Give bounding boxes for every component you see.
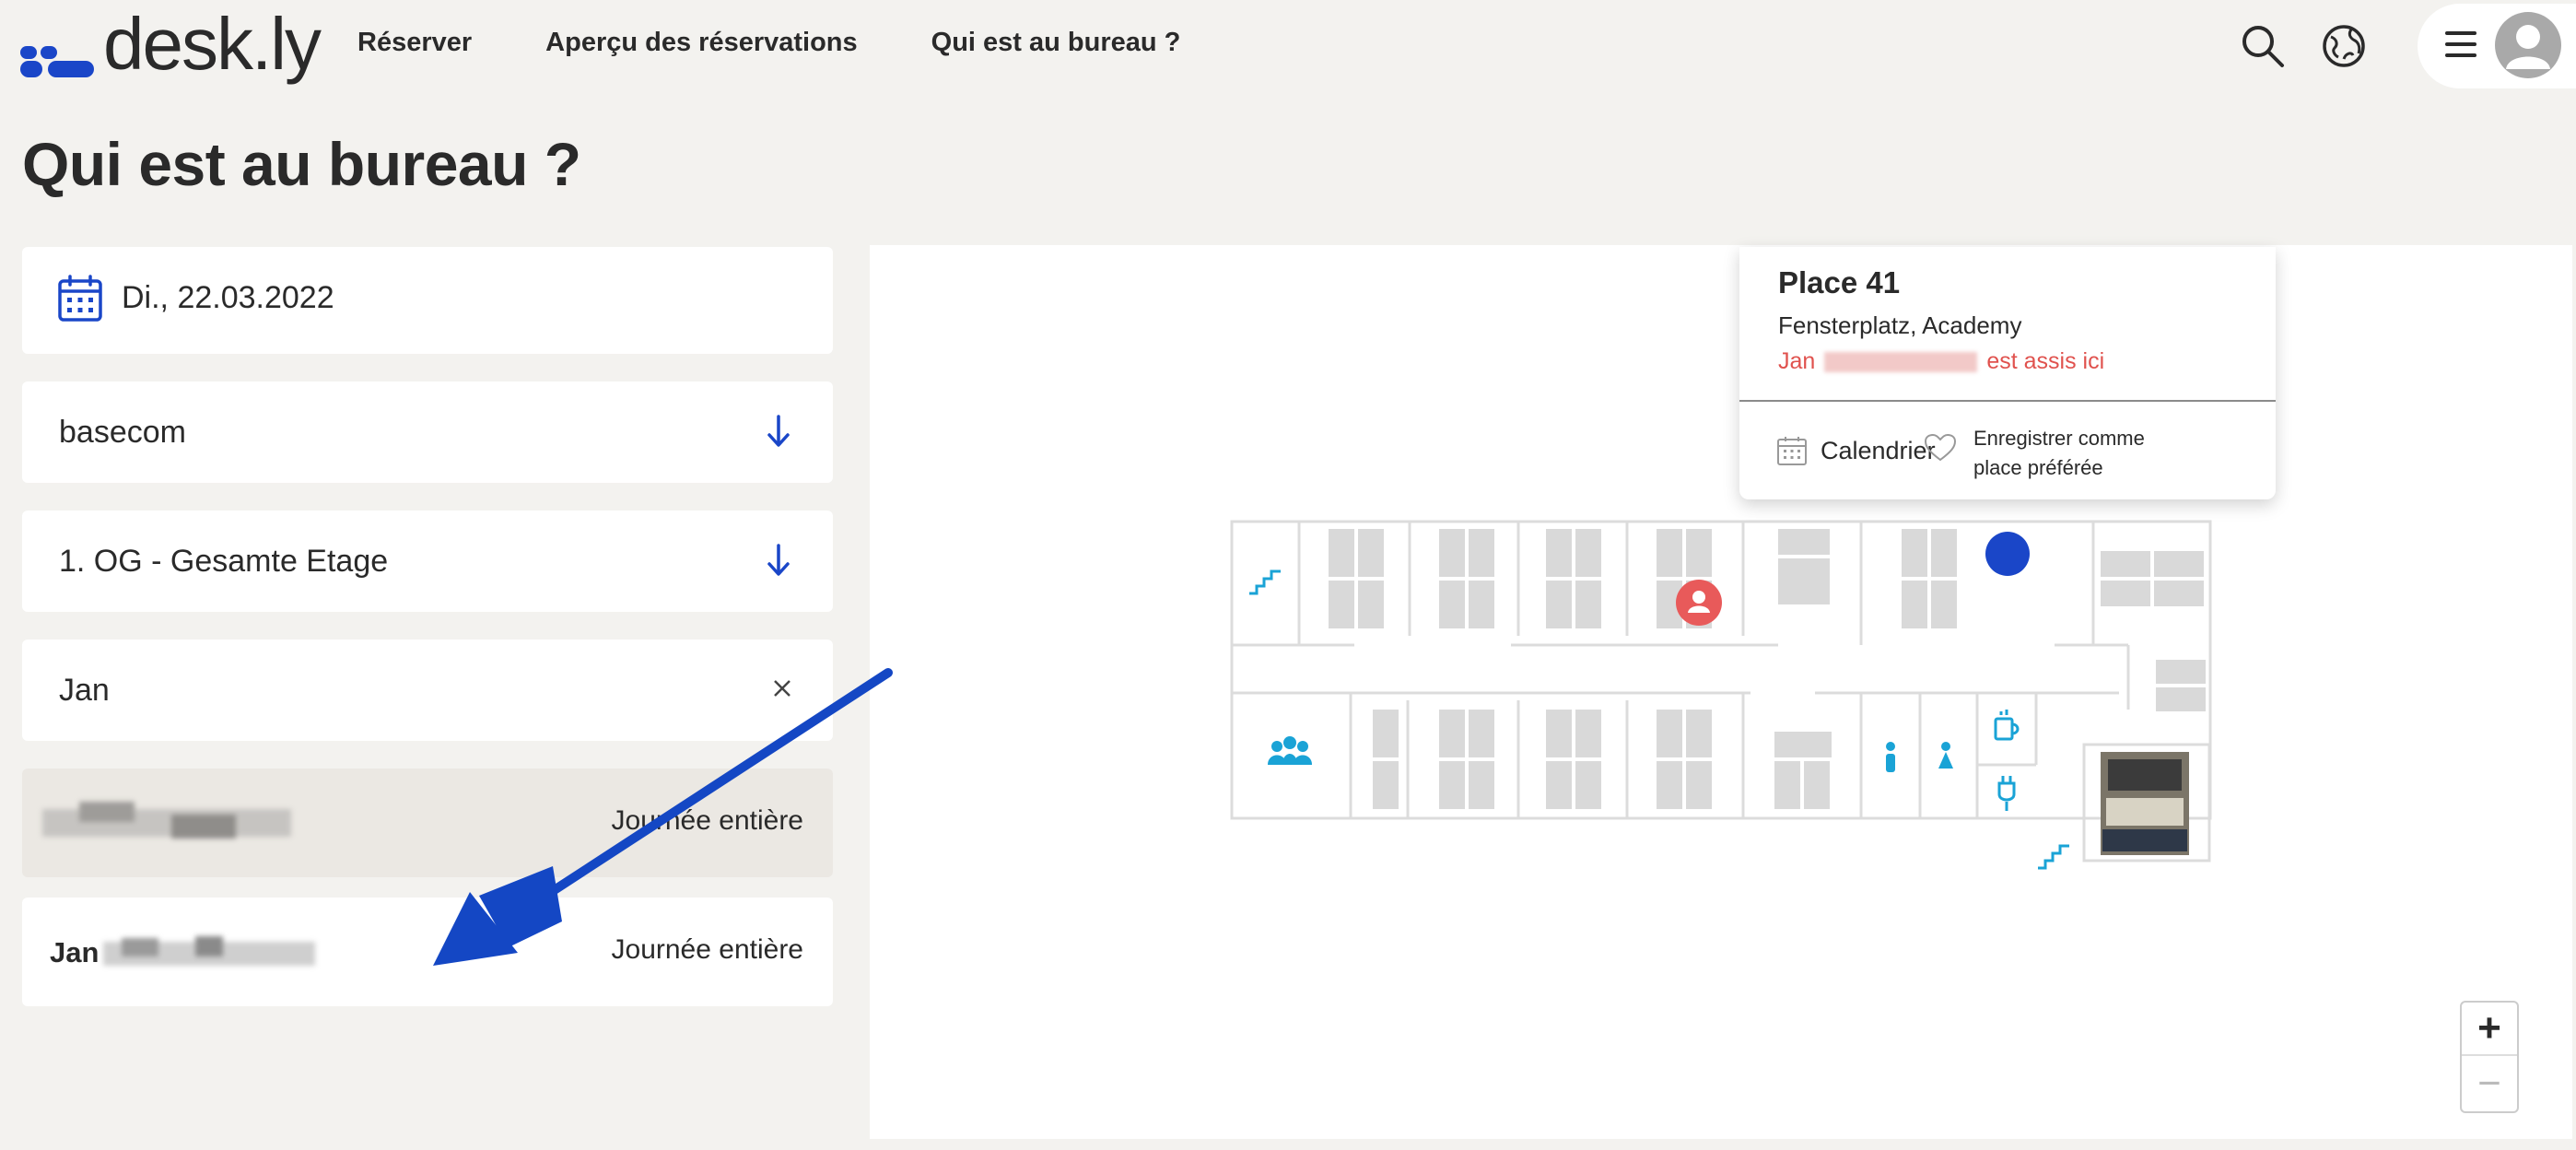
annotation-arrow (433, 668, 893, 966)
seat-title: Place 41 (1778, 265, 1901, 299)
logo-text: desk.ly (103, 3, 322, 85)
redacted-name (1824, 351, 1978, 372)
date-picker[interactable]: Di., 22.03.2022 (22, 247, 833, 354)
arrow-down-icon (767, 544, 790, 576)
heart-icon (1924, 433, 1957, 462)
occupant-first-name: Jan (1778, 348, 1816, 374)
logo[interactable]: desk.ly (20, 3, 322, 87)
nav-who-is-in-office[interactable]: Qui est au bureau ? (931, 28, 1181, 58)
company-select[interactable]: basecom (22, 381, 833, 483)
redacted-name (42, 802, 300, 848)
floor-value: 1. OG - Gesamte Etage (59, 544, 389, 579)
calendar-icon (1777, 437, 1807, 465)
seat-details-popup: Place 41 Fensterplatz, Academy Jan est a… (1739, 247, 2276, 499)
top-header: desk.ly Réserver Aperçu des réservations… (0, 0, 2576, 92)
calendar-icon (58, 275, 102, 322)
page-title: Qui est au bureau ? (22, 130, 581, 198)
zoom-controls: + − (2460, 1001, 2519, 1113)
seat-status: Jan est assis ici (1778, 348, 2104, 375)
calendar-button[interactable]: Calendrier (1776, 435, 1936, 466)
selected-seat-marker[interactable] (1985, 531, 2031, 577)
company-value: basecom (59, 415, 186, 450)
person-search-input[interactable]: Jan (59, 673, 110, 709)
occupied-seat-marker[interactable] (1675, 579, 1723, 627)
logo-mark-icon (20, 18, 94, 77)
hamburger-menu-icon[interactable] (2445, 31, 2476, 59)
zoom-out-button[interactable]: − (2462, 1058, 2517, 1111)
floor-plan (1230, 520, 2212, 870)
floor-select[interactable]: 1. OG - Gesamte Etage (22, 510, 833, 612)
nav-reserve[interactable]: Réserver (357, 28, 472, 58)
favorite-label: Enregistrer comme place préférée (1973, 427, 2145, 479)
seat-status-suffix: est assis ici (1986, 348, 2105, 374)
main-nav: Réserver Aperçu des réservations Qui est… (357, 28, 1180, 58)
divider (1739, 400, 2276, 402)
avatar[interactable] (2495, 12, 2561, 78)
language-globe-icon[interactable] (2320, 22, 2368, 70)
user-avatar-icon (2506, 25, 2550, 69)
redacted-name (103, 934, 321, 971)
search-icon[interactable] (2239, 22, 2287, 70)
save-favorite-button[interactable]: Enregistrer comme place préférée (1924, 424, 2195, 483)
person-first-name: Jan (50, 936, 100, 968)
arrow-down-icon (767, 415, 790, 447)
calendar-label: Calendrier (1821, 436, 1936, 464)
nav-reservations-overview[interactable]: Aperçu des réservations (545, 28, 857, 58)
seat-description: Fensterplatz, Academy (1778, 311, 2022, 339)
zoom-in-button[interactable]: + (2462, 1003, 2517, 1056)
date-value: Di., 22.03.2022 (122, 280, 334, 315)
